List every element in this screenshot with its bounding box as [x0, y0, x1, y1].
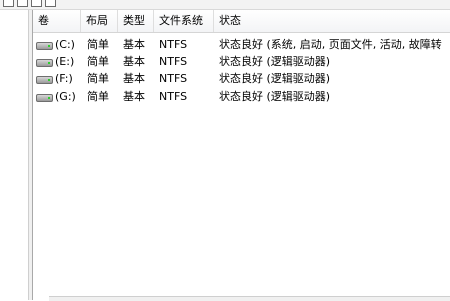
column-filesystem[interactable]: 文件系统	[154, 10, 214, 32]
table-row[interactable]: (E:) 简单 基本 NTFS 状态良好 (逻辑驱动器)	[33, 53, 450, 71]
column-type[interactable]: 类型	[118, 10, 154, 32]
cell-volume: (G:)	[55, 90, 76, 103]
cell-volume: (C:)	[55, 38, 75, 51]
hard-drive-icon	[36, 42, 53, 50]
column-status[interactable]: 状态	[214, 10, 450, 32]
column-volume[interactable]: 卷	[33, 10, 81, 32]
cell-volume: (F:)	[55, 72, 73, 85]
horizontal-scrollbar[interactable]	[49, 296, 450, 301]
navigation-pane[interactable]	[0, 10, 29, 300]
hard-drive-icon	[36, 76, 53, 84]
cell-filesystem: NTFS	[159, 55, 188, 68]
cell-filesystem: NTFS	[159, 38, 188, 51]
cell-status: 状态良好 (逻辑驱动器)	[219, 90, 331, 103]
cell-type: 基本	[123, 90, 145, 103]
cell-layout: 简单	[87, 55, 109, 68]
toolbar-icon-2[interactable]	[17, 0, 28, 7]
table-row[interactable]: (F:) 简单 基本 NTFS 状态良好 (逻辑驱动器)	[33, 70, 450, 88]
column-header: 卷 布局 类型 文件系统 状态	[33, 10, 450, 33]
cell-volume: (E:)	[55, 55, 75, 68]
table-row[interactable]: (G:) 简单 基本 NTFS 状态良好 (逻辑驱动器)	[33, 88, 450, 106]
cell-type: 基本	[123, 38, 145, 51]
cell-type: 基本	[123, 72, 145, 85]
toolbar	[0, 0, 450, 10]
cell-filesystem: NTFS	[159, 72, 188, 85]
volume-list[interactable]: 卷 布局 类型 文件系统 状态 (C:) 简单 基本 NTFS 状态良好 (系统…	[33, 10, 450, 301]
cell-status: 状态良好 (逻辑驱动器)	[219, 55, 331, 68]
hard-drive-icon	[36, 59, 53, 67]
cell-status: 状态良好 (逻辑驱动器)	[219, 72, 331, 85]
cell-filesystem: NTFS	[159, 90, 188, 103]
cell-layout: 简单	[87, 90, 109, 103]
column-layout[interactable]: 布局	[81, 10, 118, 32]
toolbar-icon-4[interactable]	[45, 0, 56, 7]
cell-layout: 简单	[87, 72, 109, 85]
hard-drive-icon	[36, 94, 53, 102]
cell-layout: 简单	[87, 38, 109, 51]
toolbar-icon-3[interactable]	[31, 0, 42, 7]
toolbar-icon-1[interactable]	[3, 0, 14, 7]
cell-type: 基本	[123, 55, 145, 68]
cell-status: 状态良好 (系统, 启动, 页面文件, 活动, 故障转	[219, 38, 442, 51]
table-row[interactable]: (C:) 简单 基本 NTFS 状态良好 (系统, 启动, 页面文件, 活动, …	[33, 36, 450, 54]
